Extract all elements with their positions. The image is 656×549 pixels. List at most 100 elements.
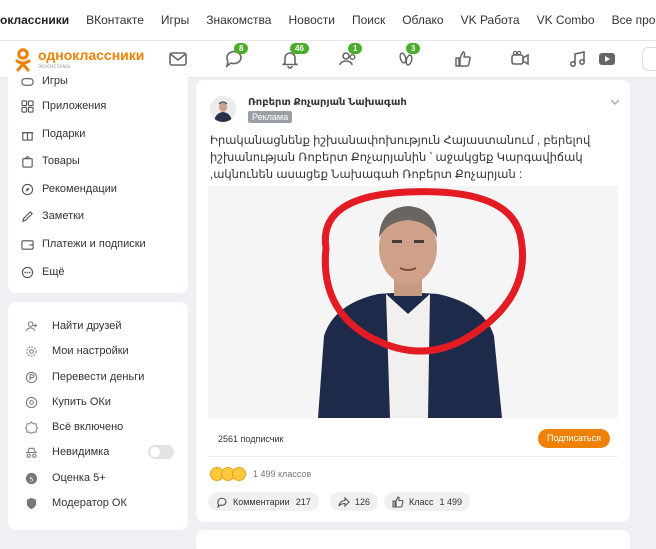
main-header: одноклассники экосистема 8 46 1 3 xyxy=(0,40,656,78)
logo-subtitle: экосистема xyxy=(38,64,70,70)
gamepad-icon xyxy=(20,74,34,88)
divider xyxy=(208,456,618,457)
sidebar-item-label: Модератор ОК xyxy=(52,497,127,509)
post-text: Իրականացնենք իշխանափոխություն Հայաստանու… xyxy=(210,135,591,181)
shield-icon xyxy=(24,496,38,510)
project-all[interactable]: Все проекты xyxy=(612,13,656,27)
music-icon[interactable] xyxy=(568,49,590,69)
sidebar-item-label: Платежи и подписки xyxy=(42,238,146,250)
project-cloud[interactable]: Облако xyxy=(402,13,443,27)
share-icon xyxy=(338,496,350,508)
sidebar-item-label: Невидимка xyxy=(52,446,110,458)
sidebar-item-label: Мои настройки xyxy=(52,345,129,357)
subscribe-button[interactable]: Подписаться xyxy=(538,429,610,448)
sidebar-item-label: Ещё xyxy=(42,266,65,278)
sidebar-item-buy-oki[interactable]: Купить ОКи xyxy=(24,394,111,410)
sidebar-item-more[interactable]: Ещё xyxy=(20,264,65,280)
sidebar-item-settings[interactable]: Мои настройки xyxy=(24,343,129,359)
sidebar-item-label: Игры xyxy=(42,75,68,87)
search-input-edge[interactable] xyxy=(642,47,656,71)
discussions-badge: 8 xyxy=(234,43,249,54)
guests-icon[interactable]: 3 xyxy=(396,43,421,69)
comments-count: 217 xyxy=(295,496,311,507)
class-like-icon[interactable] xyxy=(453,49,475,69)
sidebar-item-games[interactable]: Игры xyxy=(20,73,68,89)
guests-badge: 3 xyxy=(406,43,421,54)
ok-coin-icon xyxy=(24,395,38,409)
notifications-icon[interactable]: 46 xyxy=(280,43,309,69)
project-vk-work[interactable]: VK Работа xyxy=(461,13,520,27)
sidebar-item-label: Найти друзей xyxy=(52,320,122,332)
shares-count: 126 xyxy=(355,496,371,507)
class-button[interactable]: Класс 1 499 xyxy=(384,492,471,511)
sidebar-item-label: Рекомендации xyxy=(42,183,117,195)
incognito-icon xyxy=(24,445,38,459)
five-plus-icon: 5 xyxy=(24,471,38,485)
sidebar-item-transfer-money[interactable]: Перевести деньги xyxy=(24,369,144,385)
sidebar-item-goods[interactable]: Товары xyxy=(20,153,80,169)
ruble-coin-icon xyxy=(24,370,38,384)
sidebar-item-label: Заметки xyxy=(42,210,85,222)
sidebar-item-moderator[interactable]: Модератор ОК xyxy=(24,495,127,511)
post-author[interactable]: Ռոբերտ Քոչարյան Նախագահ xyxy=(248,97,407,108)
apps-icon xyxy=(20,99,34,113)
post-photo[interactable] xyxy=(208,186,618,418)
share-button[interactable]: 126 xyxy=(330,492,379,511)
comments-label: Комментарии xyxy=(233,496,290,507)
sidebar-item-label: Всё включено xyxy=(52,421,124,433)
sidebar-item-rating[interactable]: 5 Оценка 5+ xyxy=(24,470,106,486)
sidebar-item-recommendations[interactable]: Рекомендации xyxy=(20,181,117,197)
pencil-icon xyxy=(20,209,34,223)
project-search[interactable]: Поиск xyxy=(352,13,385,27)
subscribers-count: 2561 подписчик xyxy=(218,434,284,444)
friends-badge: 1 xyxy=(348,43,363,54)
class-label: Класс xyxy=(409,496,434,507)
project-vk[interactable]: ВКонтакте xyxy=(86,13,144,27)
comments-button[interactable]: Комментарии 217 xyxy=(208,492,319,511)
logo-title: одноклассники xyxy=(38,47,145,63)
discussions-icon[interactable]: 8 xyxy=(224,43,249,69)
sidebar-item-payments[interactable]: Платежи и подписки xyxy=(20,236,146,252)
sidebar-item-label: Приложения xyxy=(42,100,107,112)
sidebar-item-label: Товары xyxy=(42,155,80,167)
reactions-count: 1 499 классов xyxy=(253,469,312,479)
project-dating[interactable]: Знакомства xyxy=(206,13,271,27)
project-news[interactable]: Новости xyxy=(288,13,334,27)
sidebar-item-all-inclusive[interactable]: Всё включено xyxy=(24,419,123,435)
chevron-down-icon[interactable] xyxy=(610,94,620,105)
sidebar-menu-settings: Найти друзей Мои настройки Перевести ден… xyxy=(8,302,188,530)
project-ok[interactable]: оклассники xyxy=(0,13,69,27)
class-count: 1 499 xyxy=(439,496,463,507)
invisible-toggle[interactable] xyxy=(148,445,174,459)
svg-text:5: 5 xyxy=(29,475,33,483)
compass-icon xyxy=(20,182,34,196)
sidebar-item-find-friends[interactable]: Найти друзей xyxy=(24,318,122,334)
messages-icon[interactable] xyxy=(168,49,190,69)
wallet-icon xyxy=(20,237,34,251)
play-video-icon[interactable] xyxy=(597,49,619,69)
add-user-icon xyxy=(24,319,38,333)
author-avatar[interactable] xyxy=(210,96,236,122)
sidebar-item-apps[interactable]: Приложения xyxy=(20,98,106,114)
notifications-badge: 46 xyxy=(290,43,309,54)
gear-icon xyxy=(24,344,38,358)
ok-logo-icon xyxy=(14,48,32,72)
sidebar-item-gifts[interactable]: Подарки xyxy=(20,126,85,142)
sidebar-item-notes[interactable]: Заметки xyxy=(20,208,84,224)
project-vk-combo[interactable]: VK Combo xyxy=(537,13,595,27)
projects-bar: оклассники ВКонтакте Игры Знакомства Нов… xyxy=(0,0,656,40)
reactions-summary[interactable]: 1 499 классов xyxy=(210,467,311,481)
comment-icon xyxy=(216,496,228,508)
ad-label: Реклама xyxy=(248,111,293,123)
ok-logo[interactable]: одноклассники экосистема xyxy=(14,48,144,72)
sidebar-item-invisible[interactable]: Невидимка xyxy=(24,444,109,460)
friends-icon[interactable]: 1 xyxy=(338,43,363,69)
video-icon[interactable] xyxy=(510,49,532,69)
thumbs-up-icon xyxy=(392,495,404,508)
sidebar-item-label: Купить ОКи xyxy=(52,396,111,408)
sad-reaction-icon xyxy=(232,467,246,481)
sidebar-item-label: Подарки xyxy=(42,128,86,140)
project-games[interactable]: Игры xyxy=(161,13,189,27)
sidebar-menu-main: Игры Приложения Подарки Товары Рекоменда… xyxy=(8,74,188,293)
shopping-bag-icon xyxy=(20,154,34,168)
